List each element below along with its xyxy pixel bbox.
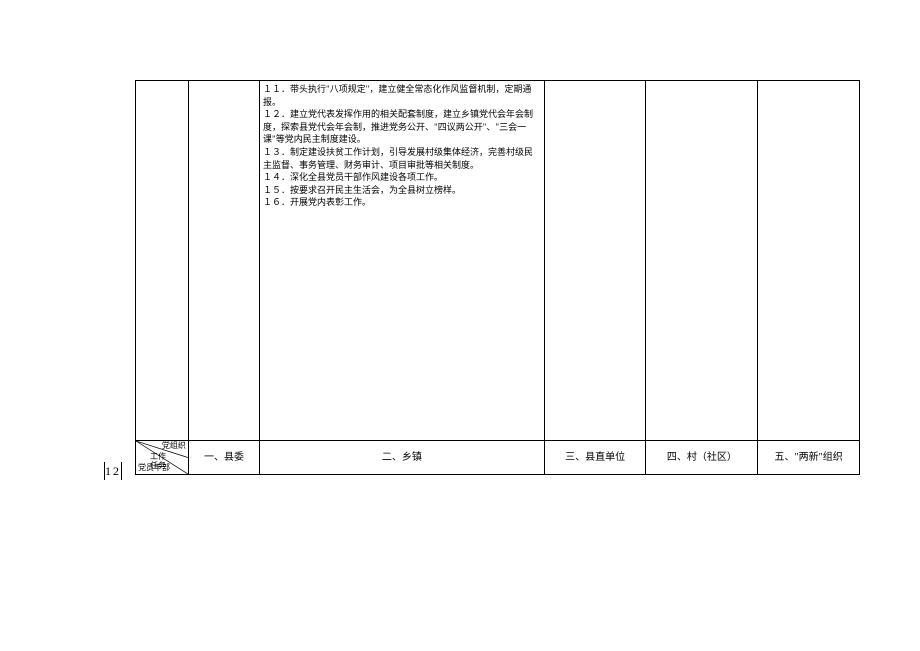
cell-empty-0	[136, 81, 189, 441]
content-item: １４．深化全县党员干部作风建设各项工作。	[263, 171, 541, 184]
content-item: １５．按要求召开民主生活会，为全县树立榜样。	[263, 184, 541, 197]
content-cell: １１．带头执行"八项规定"，建立健全常态化作风监督机制，定期通报。 １２．建立党…	[260, 81, 545, 441]
content-row: １１．带头执行"八项规定"，建立健全常态化作风监督机制，定期通报。 １２．建立党…	[136, 81, 860, 441]
cell-empty-3	[544, 81, 646, 441]
content-item: １３．制定建设扶贫工作计划，引导发展村级集体经济，完善村级民主监督、事务管理、财…	[263, 146, 541, 171]
cell-empty-5	[758, 81, 860, 441]
page-number-digit: 12	[105, 465, 121, 477]
page-number: 12	[104, 460, 122, 482]
header-col5: 五、"两新"组织	[758, 441, 860, 475]
content-item: １２．建立党代表发挥作用的相关配套制度，建立乡镇党代会年会制度，探索县党代会年会…	[263, 108, 541, 146]
content-item: １６．开展党内表彰工作。	[263, 196, 541, 209]
header-col4: 四、村（社区）	[646, 441, 758, 475]
header-col2: 二、乡镇	[260, 441, 545, 475]
content-item: １１．带头执行"八项规定"，建立健全常态化作风监督机制，定期通报。	[263, 83, 541, 108]
header-row: 党组织 工作任务 党员干部 一、县委 二、乡镇 三、县直单位 四、村（社区） 五…	[136, 441, 860, 475]
header-col1: 一、县委	[188, 441, 259, 475]
corner-label-bot: 党员干部	[138, 464, 170, 473]
corner-label-top: 党组织	[162, 442, 186, 451]
cell-empty-1	[188, 81, 259, 441]
cell-empty-4	[646, 81, 758, 441]
header-col3: 三、县直单位	[544, 441, 646, 475]
main-table: １１．带头执行"八项规定"，建立健全常态化作风监督机制，定期通报。 １２．建立党…	[135, 80, 860, 475]
corner-cell: 党组织 工作任务 党员干部	[136, 441, 189, 475]
